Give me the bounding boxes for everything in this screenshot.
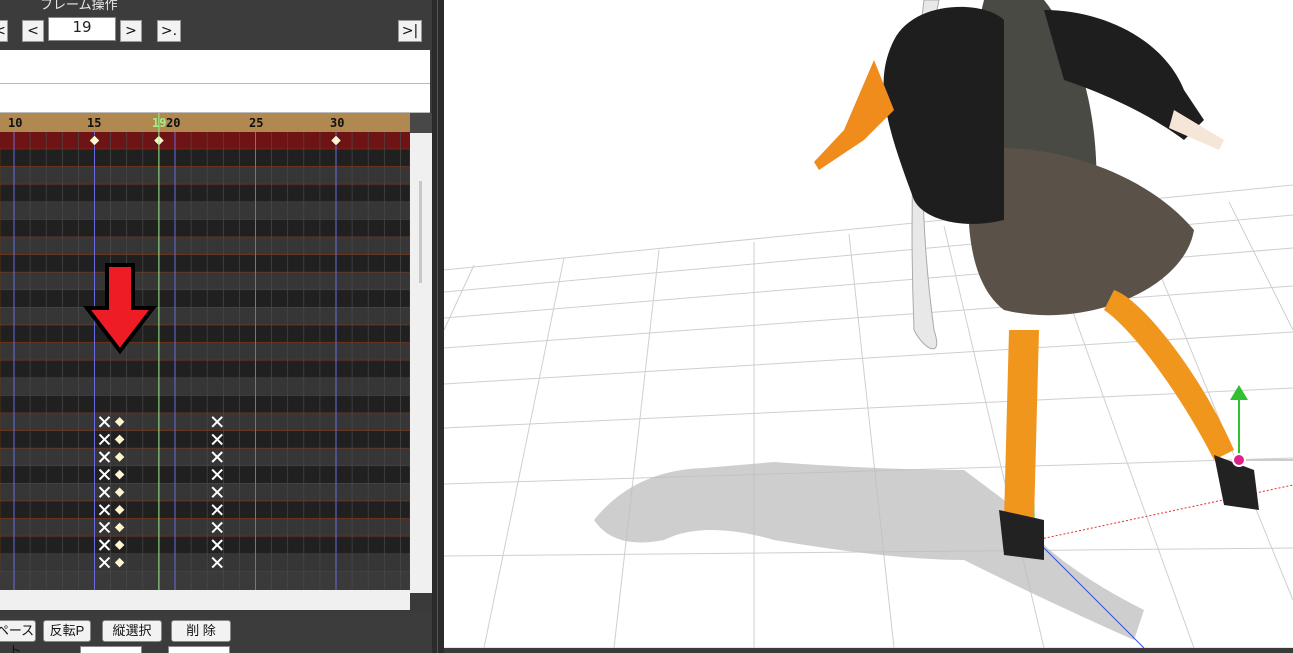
track-row[interactable] bbox=[0, 359, 411, 379]
track-row[interactable] bbox=[0, 535, 411, 555]
bone-select-field[interactable] bbox=[0, 84, 430, 113]
track-row[interactable] bbox=[0, 254, 411, 273]
ruler-label-30: 30 bbox=[330, 116, 344, 130]
ruler-corner bbox=[410, 113, 432, 133]
ruler-label-15: 15 bbox=[87, 116, 101, 130]
ruler-label-25: 25 bbox=[249, 116, 263, 130]
timeline-vertical-scrollbar[interactable] bbox=[410, 133, 432, 593]
left-leg bbox=[1004, 330, 1039, 520]
frame-control-title: フレーム操作 bbox=[40, 0, 118, 13]
frame-range-end-field[interactable] bbox=[168, 646, 230, 653]
viewport-bottom-bar bbox=[444, 648, 1293, 653]
last-frame-button[interactable]: >| bbox=[398, 20, 422, 42]
track-row[interactable] bbox=[0, 148, 411, 167]
next-frame-button[interactable]: > bbox=[120, 20, 142, 42]
track-row[interactable] bbox=[0, 166, 411, 185]
ruler-label-10: 10 bbox=[8, 116, 22, 130]
track-row[interactable] bbox=[0, 483, 411, 502]
track-row[interactable] bbox=[0, 500, 411, 519]
bone-handle-icon[interactable] bbox=[1232, 453, 1246, 467]
left-shoe bbox=[999, 510, 1044, 560]
flip-paste-button[interactable]: 反転P bbox=[43, 620, 91, 642]
track-row[interactable] bbox=[0, 219, 411, 238]
next-keyframe-button[interactable]: >. bbox=[157, 20, 181, 42]
character-shadow bbox=[594, 462, 1144, 640]
gizmo-y-arrow-icon[interactable] bbox=[1230, 385, 1248, 400]
ruler-label-20: 20 bbox=[166, 116, 180, 130]
prev-frame-button[interactable]: < bbox=[22, 20, 44, 42]
summary-row[interactable] bbox=[0, 132, 410, 149]
frame-control: フレーム操作 < < 19 > >. >| bbox=[0, 0, 432, 50]
track-rows bbox=[0, 132, 411, 572]
track-row[interactable] bbox=[0, 271, 411, 291]
track-row[interactable] bbox=[0, 236, 411, 255]
timeline-grid[interactable]: 10 15 19 20 25 30 bbox=[0, 113, 432, 593]
track-row[interactable] bbox=[0, 183, 411, 203]
scrollbar-thumb[interactable] bbox=[419, 181, 422, 283]
track-row[interactable] bbox=[0, 518, 411, 537]
splitter-line bbox=[437, 0, 438, 653]
vertical-select-button[interactable]: 縦選択 bbox=[102, 620, 162, 642]
first-frame-button[interactable]: < bbox=[0, 20, 8, 42]
3d-scene[interactable] bbox=[444, 0, 1293, 648]
track-row[interactable] bbox=[0, 395, 411, 414]
track-row[interactable] bbox=[0, 201, 411, 220]
track-row[interactable] bbox=[0, 324, 411, 343]
right-leg bbox=[1104, 290, 1234, 460]
track-row[interactable] bbox=[0, 465, 411, 484]
track-row[interactable] bbox=[0, 307, 411, 326]
track-row[interactable] bbox=[0, 377, 411, 396]
track-row[interactable] bbox=[0, 412, 411, 431]
track-row[interactable] bbox=[0, 553, 411, 572]
current-frame-input[interactable]: 19 bbox=[48, 17, 116, 41]
panel-splitter[interactable] bbox=[432, 0, 444, 653]
bone-gizmo[interactable] bbox=[1230, 385, 1293, 467]
jacket-left bbox=[883, 6, 1004, 224]
delete-button[interactable]: 削 除 bbox=[171, 620, 231, 642]
track-row[interactable] bbox=[0, 289, 411, 308]
paste-button[interactable]: ペースト bbox=[0, 620, 36, 653]
frame-range-start-field[interactable] bbox=[80, 646, 142, 653]
timeline-panel: フレーム操作 < < 19 > >. >| 10 15 19 20 25 30 … bbox=[0, 0, 432, 653]
left-arm bbox=[814, 60, 894, 170]
track-row[interactable] bbox=[0, 447, 411, 467]
3d-viewport[interactable] bbox=[444, 0, 1293, 648]
track-row[interactable] bbox=[0, 342, 411, 361]
frame-ruler[interactable] bbox=[0, 113, 410, 132]
timeline-horizontal-scrollbar[interactable] bbox=[0, 590, 410, 610]
timeline-toolbar: ペースト 反転P 縦選択 削 除 bbox=[0, 612, 432, 653]
model-select-field[interactable] bbox=[0, 50, 430, 84]
track-row[interactable] bbox=[0, 430, 411, 449]
